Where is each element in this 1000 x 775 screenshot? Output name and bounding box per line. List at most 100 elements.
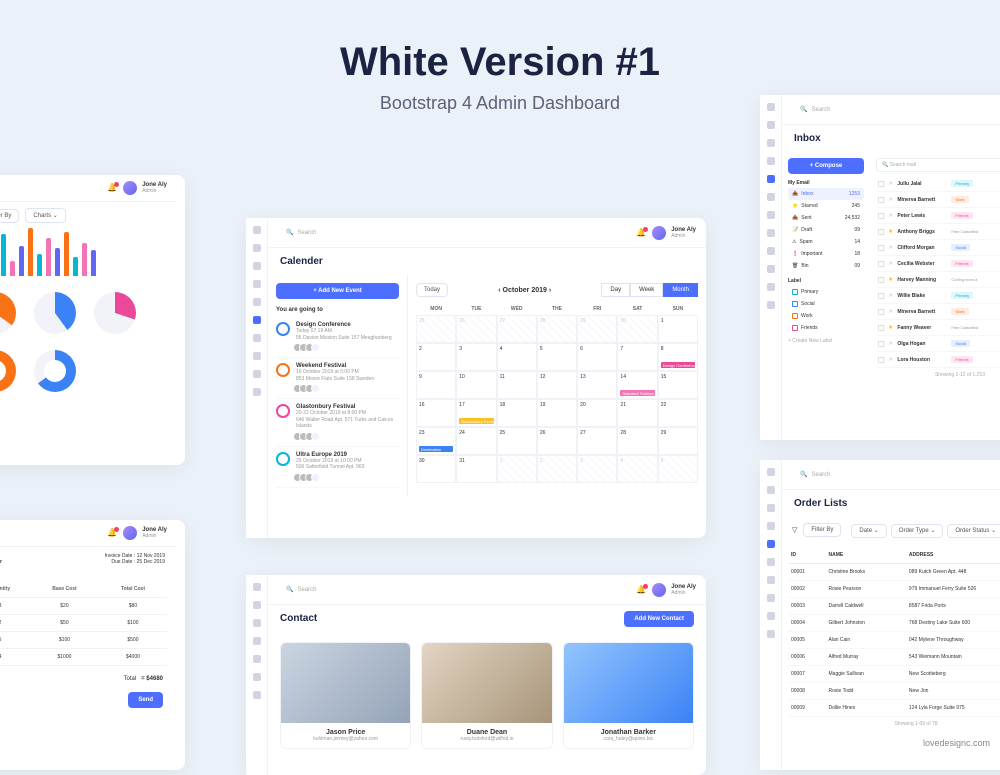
nav-icon[interactable] [767,265,775,273]
nav-icon[interactable] [767,157,775,165]
search-input[interactable]: 🔍 Search [792,101,1000,118]
calendar-day[interactable]: 24 [456,427,496,455]
table-header[interactable]: ID [788,547,826,564]
mail-row[interactable]: ★ Anthony Briggs Free Classified [876,224,1000,240]
calendar-day[interactable]: 4 [497,343,537,371]
star-icon[interactable]: ★ [888,228,893,235]
calendar-day[interactable]: 31 [456,455,496,483]
calendar-day[interactable]: 28 [537,315,577,343]
checkbox[interactable] [878,261,884,267]
nav-icon[interactable] [253,280,261,288]
calendar-day[interactable]: 3 [577,455,617,483]
nav-icon[interactable] [253,226,261,234]
calendar-grid[interactable]: MONTUEWEDTHEFRISATSUN2526272829301234567… [416,303,698,483]
table-row[interactable]: 00004Gilbert Johnston768 Destiny Lake Su… [788,615,1000,632]
search-mail-input[interactable]: 🔍 Search mail [876,158,1000,172]
nav-icon[interactable] [767,576,775,584]
calendar-day[interactable]: 26 [537,427,577,455]
star-icon[interactable]: ★ [888,196,893,203]
calendar-day[interactable]: 7 [617,343,657,371]
calendar-day[interactable]: 20 [577,399,617,427]
calendar-day[interactable]: 29 [577,315,617,343]
calendar-day[interactable]: 18 [497,399,537,427]
order-filter-dropdown[interactable]: Date ⌄ [851,524,886,538]
checkbox[interactable] [878,181,884,187]
folder-starred[interactable]: ⭐ Starred245 [788,200,864,212]
charts-dropdown[interactable]: Charts ⌄ [25,208,65,223]
table-row[interactable]: 00006Alfred Murray543 Weimann Mountain [788,649,1000,666]
calendar-event-badge[interactable]: Glastonbury Festival [459,418,493,424]
calendar-day[interactable]: 21 [617,399,657,427]
calendar-day[interactable]: 16 [416,399,456,427]
bell-icon[interactable] [636,228,646,238]
nav-icon[interactable] [767,121,775,129]
nav-icon[interactable] [767,522,775,530]
calendar-day[interactable]: 19 [537,399,577,427]
add-contact-button[interactable]: Add New Contact [624,611,694,627]
label-primary[interactable]: Primary [788,286,864,298]
filter-by-button[interactable]: Filter By [803,523,841,537]
star-icon[interactable]: ★ [888,292,893,299]
event-item[interactable]: Glastonbury Festival 20-22 October 2019 … [276,399,399,447]
send-button[interactable]: Send [128,692,163,708]
nav-icon-active[interactable] [767,540,775,548]
nav-icon[interactable] [767,103,775,111]
calendar-day[interactable]: 3 [456,343,496,371]
nav-icon[interactable] [767,301,775,309]
nav-icon[interactable] [767,229,775,237]
label-social[interactable]: Social [788,298,864,310]
mail-row[interactable]: ★ Clifford Morgan Social [876,240,1000,256]
table-row[interactable]: 00005Alan Cain042 Mylene Throughway [788,632,1000,649]
calendar-day[interactable]: 22 [658,399,698,427]
nav-icon[interactable] [767,486,775,494]
contact-card[interactable]: Jason Price kuhlman.jermey@yahoo.com [280,642,411,749]
nav-icon[interactable] [767,558,775,566]
calendar-day[interactable]: 29 [658,427,698,455]
nav-icon[interactable] [767,468,775,476]
bell-icon[interactable] [107,528,117,538]
folder-spam[interactable]: ⚠ Spam14 [788,236,864,248]
nav-icon[interactable] [253,691,261,699]
folder-draft[interactable]: 📝 Draft09 [788,224,864,236]
nav-icon[interactable] [253,262,261,270]
calendar-day[interactable]: 8Design Conference [658,343,698,371]
checkbox[interactable] [878,277,884,283]
star-icon[interactable]: ★ [888,180,893,187]
table-row[interactable]: 00008Rosie ToddNew Jon [788,683,1000,700]
mail-row[interactable]: ★ Harvey Manning Curling irons a [876,272,1000,288]
star-icon[interactable]: ★ [888,212,893,219]
folder-sent[interactable]: 📤 Sent24,532 [788,212,864,224]
calendar-day[interactable]: 10 [456,371,496,399]
calendar-day[interactable]: 25 [497,427,537,455]
table-row[interactable]: 00003Darrell Caldwell8587 Frida Ports [788,598,1000,615]
calendar-day[interactable]: 27 [577,427,617,455]
calendar-event-badge[interactable]: Design Conference [661,362,695,368]
nav-icon[interactable] [253,673,261,681]
search-input[interactable]: 🔍 Search [792,466,1000,483]
mail-row[interactable]: ★ Peter Lewis Friends [876,208,1000,224]
nav-icon[interactable] [253,583,261,591]
today-button[interactable]: Today [416,283,448,297]
checkbox[interactable] [878,341,884,347]
event-item[interactable]: Ultra Europe 2019 25 October 2019 at 10:… [276,447,399,488]
checkbox[interactable] [878,309,884,315]
nav-icon-active[interactable] [767,175,775,183]
star-icon[interactable]: ★ [888,244,893,251]
nav-icon-active[interactable] [253,316,261,324]
calendar-day[interactable]: 6 [577,343,617,371]
calendar-day[interactable]: 12 [537,371,577,399]
view-tab-day[interactable]: Day [601,283,630,297]
user-menu[interactable]: Jone AlyAdmin [123,526,167,540]
event-item[interactable]: Design Conference Today 07:19 AM 56 Davi… [276,317,399,358]
table-row[interactable]: 00007Maggie SullivanNew Scottieberg [788,666,1000,683]
nav-icon[interactable] [253,655,261,663]
compose-button[interactable]: + Compose [788,158,864,174]
mail-row[interactable]: ★ Fanny Weaver Free Classified [876,320,1000,336]
calendar-day[interactable]: 15 [658,371,698,399]
nav-icon[interactable] [767,211,775,219]
search-input[interactable]: 🔍 Search [278,581,630,598]
folder-inbox[interactable]: 📥 Inbox1253 [788,188,864,200]
table-row[interactable]: 00009Dollie Hines124 Lyla Forge Suite 97… [788,700,1000,717]
nav-icon[interactable] [767,612,775,620]
bell-icon[interactable] [107,183,117,193]
